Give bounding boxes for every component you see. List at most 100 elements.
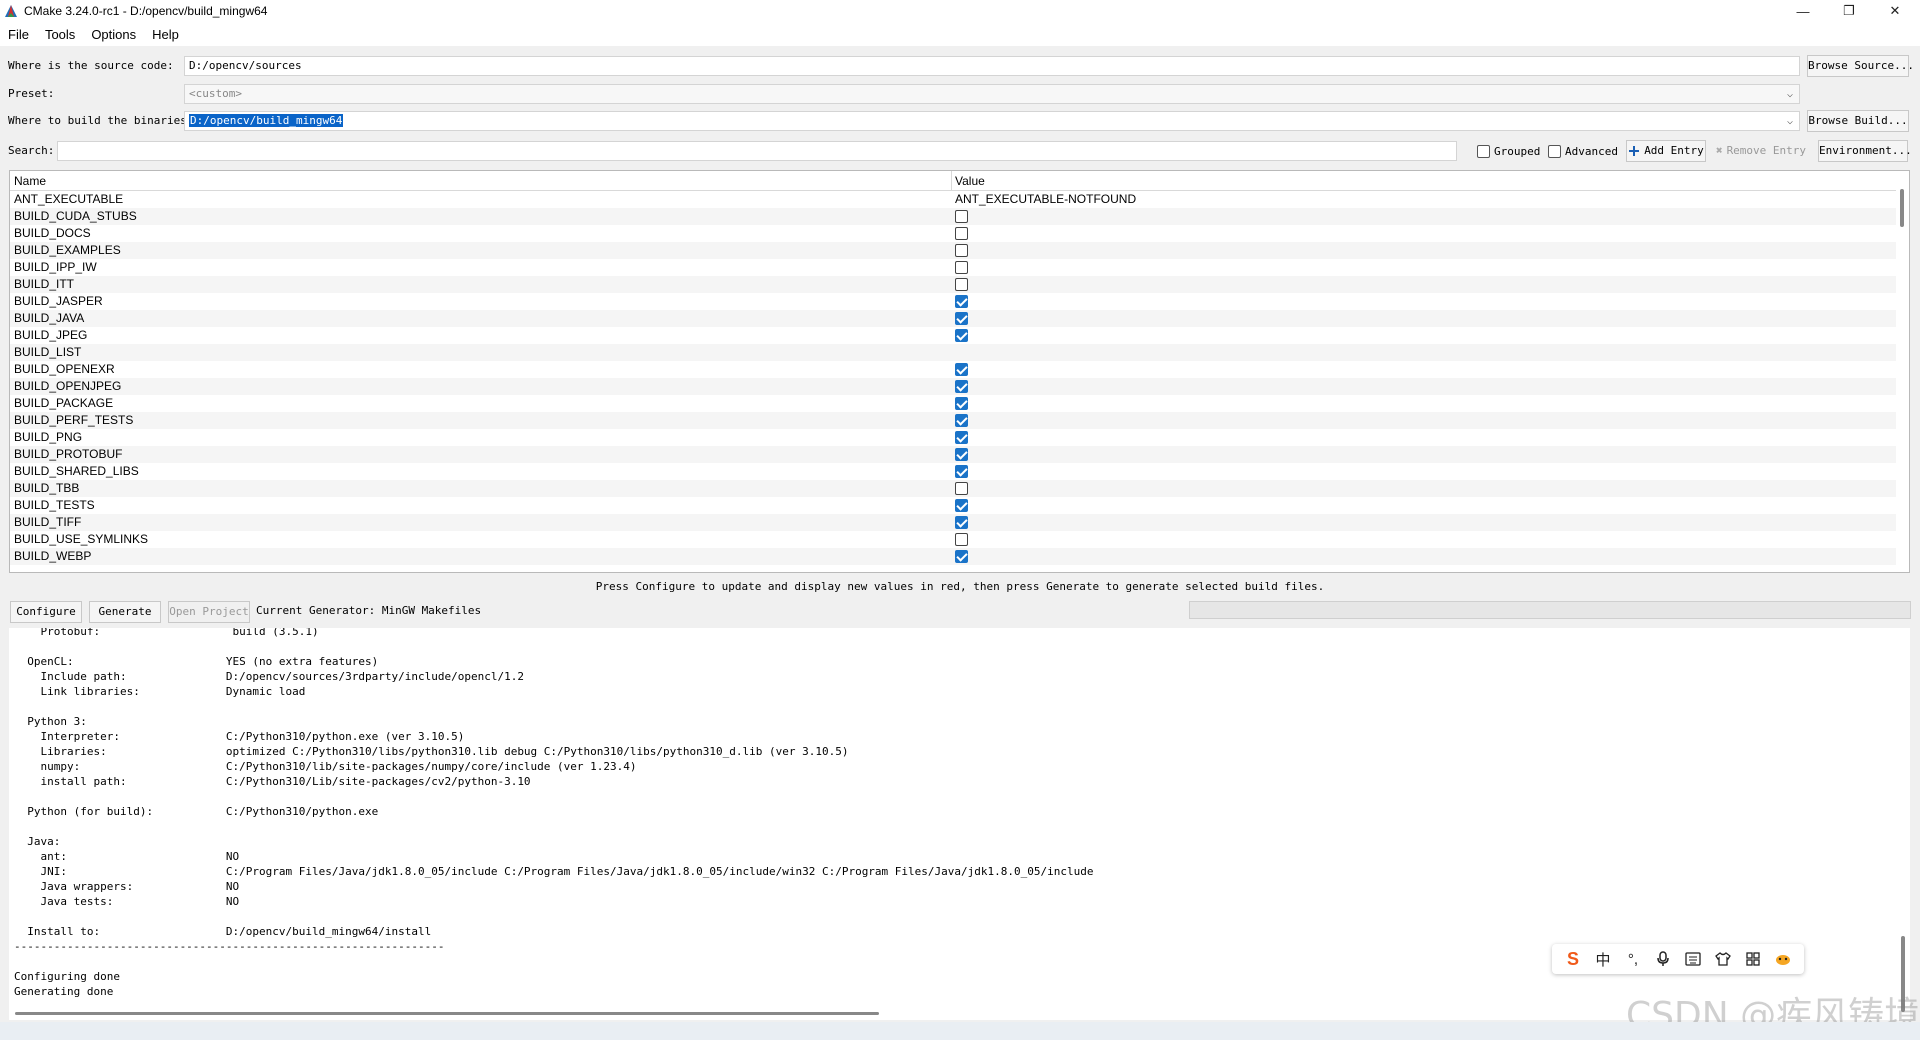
table-row[interactable]: ANT_EXECUTABLE ANT_EXECUTABLE-NOTFOUND <box>10 191 1898 208</box>
table-scrollbar[interactable] <box>1896 171 1909 572</box>
entry-checkbox[interactable] <box>955 227 968 240</box>
table-row[interactable]: BUILD_TIFF <box>10 514 1898 531</box>
entry-checkbox[interactable] <box>955 397 968 410</box>
ime-punctuation-toggle[interactable]: °, <box>1622 948 1644 970</box>
environment-button[interactable]: Environment... <box>1818 140 1912 162</box>
output-line: numpy: C:/Python310/lib/site-packages/nu… <box>14 760 637 773</box>
output-vertical-scrollbar[interactable] <box>1897 628 1910 1020</box>
remove-entry-button[interactable]: ✖ Remove Entry <box>1712 140 1810 162</box>
grid-menu-icon[interactable] <box>1742 948 1764 970</box>
title-bar: CMake 3.24.0-rc1 - D:/opencv/build_mingw… <box>0 0 1920 22</box>
table-row[interactable]: BUILD_USE_SYMLINKS <box>10 531 1898 548</box>
table-row[interactable]: BUILD_JAVA <box>10 310 1898 327</box>
build-path-value: D:/opencv/build_mingw64 <box>189 114 344 127</box>
table-row[interactable]: BUILD_JASPER <box>10 293 1898 310</box>
entry-name: BUILD_CUDA_STUBS <box>14 209 137 223</box>
cache-table[interactable]: Name Value ANT_EXECUTABLE ANT_EXECUTABLE-… <box>9 170 1910 573</box>
entry-checkbox[interactable] <box>955 278 968 291</box>
table-row[interactable]: BUILD_CUDA_STUBS <box>10 208 1898 225</box>
entry-name: BUILD_PROTOBUF <box>14 447 123 461</box>
entry-name: BUILD_TIFF <box>14 515 82 529</box>
column-divider[interactable] <box>951 171 952 191</box>
configure-button[interactable]: Configure <box>10 601 82 623</box>
entry-checkbox[interactable] <box>955 380 968 393</box>
table-row[interactable]: BUILD_PERF_TESTS <box>10 412 1898 429</box>
entry-checkbox[interactable] <box>955 516 968 529</box>
source-label: Where is the source code: <box>8 59 174 72</box>
entry-checkbox[interactable] <box>955 550 968 563</box>
microphone-icon[interactable] <box>1652 948 1674 970</box>
menu-help[interactable]: Help <box>144 27 187 42</box>
current-generator-label: Current Generator: MinGW Makefiles <box>256 604 482 617</box>
menu-file[interactable]: File <box>0 27 37 42</box>
entry-checkbox[interactable] <box>955 414 968 427</box>
entry-checkbox[interactable] <box>955 295 968 308</box>
generate-button[interactable]: Generate <box>89 601 161 623</box>
add-entry-button[interactable]: Add Entry <box>1626 140 1706 162</box>
table-row[interactable]: BUILD_TBB <box>10 480 1898 497</box>
output-horizontal-scrollbar[interactable] <box>15 1012 879 1015</box>
entry-value[interactable]: ANT_EXECUTABLE-NOTFOUND <box>955 191 1136 208</box>
ime-language-toggle[interactable]: 中 <box>1592 948 1614 970</box>
output-line: ----------------------------------------… <box>14 940 445 953</box>
maximize-button[interactable]: ❐ <box>1826 0 1872 22</box>
skin-shirt-icon[interactable] <box>1712 948 1734 970</box>
open-project-button[interactable]: Open Project <box>168 601 250 623</box>
table-row[interactable]: BUILD_TESTS <box>10 497 1898 514</box>
table-row[interactable]: BUILD_LIST <box>10 344 1898 361</box>
grouped-checkbox[interactable]: Grouped <box>1477 143 1540 159</box>
source-path-input[interactable]: D:/opencv/sources <box>184 56 1800 76</box>
browse-build-button[interactable]: Browse Build... <box>1807 110 1909 132</box>
column-header-name[interactable]: Name <box>14 174 46 188</box>
entry-checkbox[interactable] <box>955 363 968 376</box>
entry-checkbox[interactable] <box>955 210 968 223</box>
menu-tools[interactable]: Tools <box>37 27 83 42</box>
table-row[interactable]: BUILD_PACKAGE <box>10 395 1898 412</box>
table-row[interactable]: BUILD_DOCS <box>10 225 1898 242</box>
output-line: Java tests: NO <box>14 895 240 908</box>
menu-options[interactable]: Options <box>83 27 144 42</box>
preset-select[interactable]: <custom> ⌵ <box>184 84 1800 104</box>
advanced-checkbox[interactable]: Advanced <box>1548 143 1618 159</box>
table-rows: ANT_EXECUTABLE ANT_EXECUTABLE-NOTFOUND BUI… <box>10 191 1898 565</box>
entry-checkbox[interactable] <box>955 465 968 478</box>
output-line: Java wrappers: NO <box>14 880 240 893</box>
column-header-value[interactable]: Value <box>955 174 985 188</box>
entry-checkbox[interactable] <box>955 431 968 444</box>
entry-name: BUILD_DOCS <box>14 226 91 240</box>
sogou-logo-icon[interactable]: S <box>1562 948 1584 970</box>
table-row[interactable]: BUILD_EXAMPLES <box>10 242 1898 259</box>
keyboard-icon[interactable] <box>1682 948 1704 970</box>
close-button[interactable]: ✕ <box>1872 0 1918 22</box>
table-row[interactable]: BUILD_JPEG <box>10 327 1898 344</box>
entry-name: BUILD_JAVA <box>14 311 85 325</box>
table-row[interactable]: BUILD_PNG <box>10 429 1898 446</box>
scrollbar-thumb[interactable] <box>1900 189 1904 227</box>
entry-checkbox[interactable] <box>955 482 968 495</box>
entry-checkbox[interactable] <box>955 533 968 546</box>
table-row[interactable]: BUILD_WEBP <box>10 548 1898 565</box>
entry-checkbox[interactable] <box>955 448 968 461</box>
table-row[interactable]: BUILD_SHARED_LIBS <box>10 463 1898 480</box>
entry-checkbox[interactable] <box>955 244 968 257</box>
build-path-combobox[interactable]: D:/opencv/build_mingw64 ⌵ <box>184 111 1800 131</box>
table-row[interactable]: BUILD_OPENEXR <box>10 361 1898 378</box>
search-label: Search: <box>8 144 55 157</box>
table-row[interactable]: BUILD_IPP_IW <box>10 259 1898 276</box>
table-row[interactable]: BUILD_PROTOBUF <box>10 446 1898 463</box>
entry-name: BUILD_TBB <box>14 481 80 495</box>
mascot-icon[interactable] <box>1772 948 1794 970</box>
table-row[interactable]: BUILD_ITT <box>10 276 1898 293</box>
entry-name: BUILD_WEBP <box>14 549 92 563</box>
search-input[interactable] <box>57 141 1457 161</box>
preset-value: <custom> <box>189 87 242 100</box>
table-row[interactable]: BUILD_OPENJPEG <box>10 378 1898 395</box>
entry-name: BUILD_IPP_IW <box>14 260 97 274</box>
entry-checkbox[interactable] <box>955 312 968 325</box>
entry-checkbox[interactable] <box>955 329 968 342</box>
entry-checkbox[interactable] <box>955 261 968 274</box>
entry-checkbox[interactable] <box>955 499 968 512</box>
minimize-button[interactable]: — <box>1780 0 1826 22</box>
browse-source-button[interactable]: Browse Source... <box>1807 55 1914 77</box>
table-header: Name Value <box>10 171 1898 191</box>
